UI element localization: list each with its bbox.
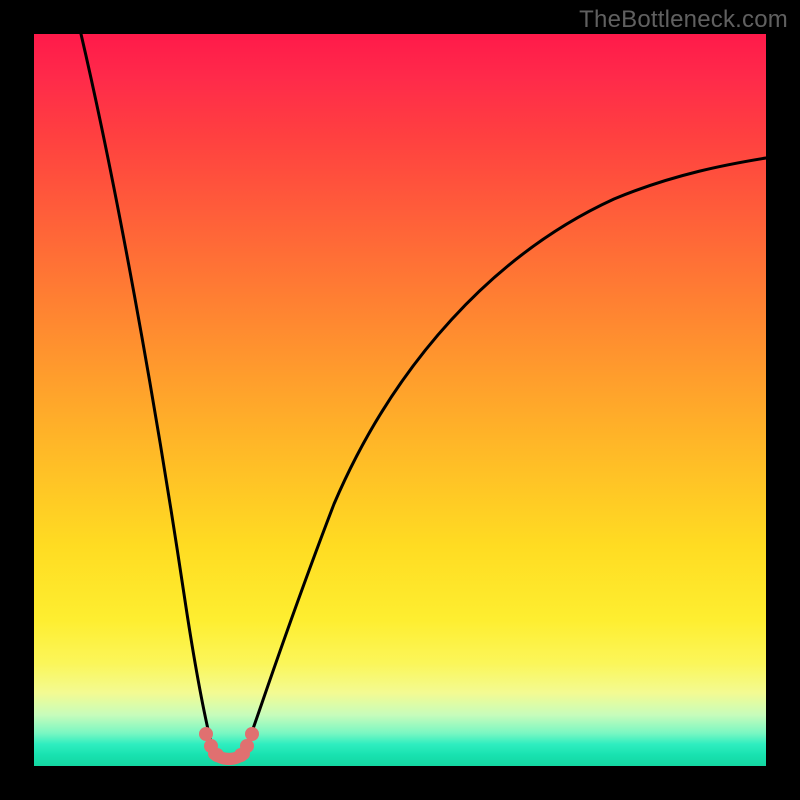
- chart-plot-area: [34, 34, 766, 766]
- curve-right-arm: [244, 158, 766, 754]
- chart-curves: [34, 34, 766, 766]
- watermark-text: TheBottleneck.com: [579, 6, 788, 34]
- curve-left-arm: [81, 34, 214, 754]
